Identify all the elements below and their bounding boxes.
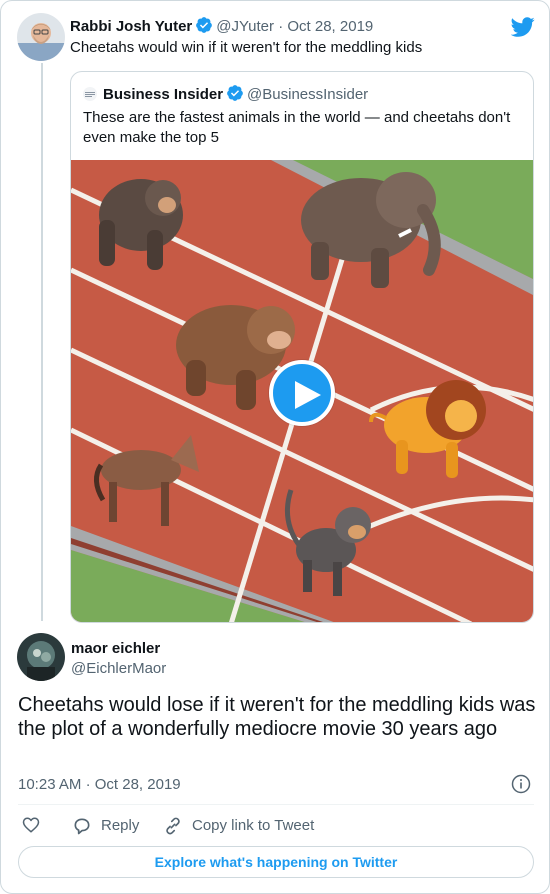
quoted-author-name: Business Insider — [103, 86, 224, 103]
dot-separator: · — [278, 18, 284, 35]
tweet-date[interactable]: Oct 28, 2019 — [287, 18, 373, 35]
reply-tweet-text: Cheetahs would lose if it weren't for th… — [18, 694, 536, 740]
video-thumbnail[interactable] — [71, 160, 533, 622]
tweet-time[interactable]: 10:23 AM — [18, 776, 81, 793]
info-icon[interactable] — [511, 774, 531, 799]
author-handle[interactable]: @JYuter — [216, 18, 274, 35]
reply-label: Reply — [101, 817, 140, 834]
twitter-bird-icon[interactable] — [510, 15, 535, 44]
verified-badge-icon — [226, 84, 244, 108]
tweet-header: Rabbi Josh Yuter @JYuter · Oct 28, 2019 — [70, 16, 373, 40]
reply-bubble-icon — [74, 818, 90, 835]
link-icon — [166, 817, 180, 835]
author-name[interactable]: Rabbi Josh Yuter — [70, 18, 192, 35]
verified-badge-icon — [195, 16, 213, 40]
copy-link-label: Copy link to Tweet — [192, 817, 315, 834]
quoted-tweet-text: These are the fastest animals in the wor… — [83, 109, 511, 146]
heart-icon — [22, 817, 40, 833]
tweet-text: Cheetahs would win if it weren't for the… — [70, 39, 423, 56]
thread-connector-line — [41, 63, 43, 621]
play-video-button[interactable] — [269, 360, 335, 426]
divider — [18, 804, 534, 805]
tweet-timestamp[interactable]: 10:23 AM · Oct 28, 2019 — [18, 775, 181, 795]
reply-author-handle[interactable]: @EichlerMaor — [71, 659, 166, 679]
copy-link-button[interactable]: Copy link to Tweet — [163, 814, 363, 838]
author-avatar[interactable] — [17, 13, 65, 61]
tweet-embed-card: Rabbi Josh Yuter @JYuter · Oct 28, 2019 C… — [0, 0, 550, 894]
dot-separator: · — [85, 776, 91, 793]
tweet-date[interactable]: Oct 28, 2019 — [95, 776, 181, 793]
reply-author-name[interactable]: maor eichler — [71, 639, 160, 659]
business-insider-logo-icon — [83, 87, 97, 101]
reply-author-avatar[interactable] — [17, 633, 65, 681]
quoted-author-handle: @BusinessInsider — [247, 86, 369, 103]
play-icon — [295, 381, 321, 409]
explore-twitter-button[interactable]: Explore what's happening on Twitter — [18, 846, 534, 878]
like-button[interactable] — [22, 814, 42, 838]
quoted-tweet-card[interactable]: Business Insider @BusinessInsider These a… — [70, 71, 534, 623]
quoted-tweet-header: Business Insider @BusinessInsider — [83, 84, 368, 108]
